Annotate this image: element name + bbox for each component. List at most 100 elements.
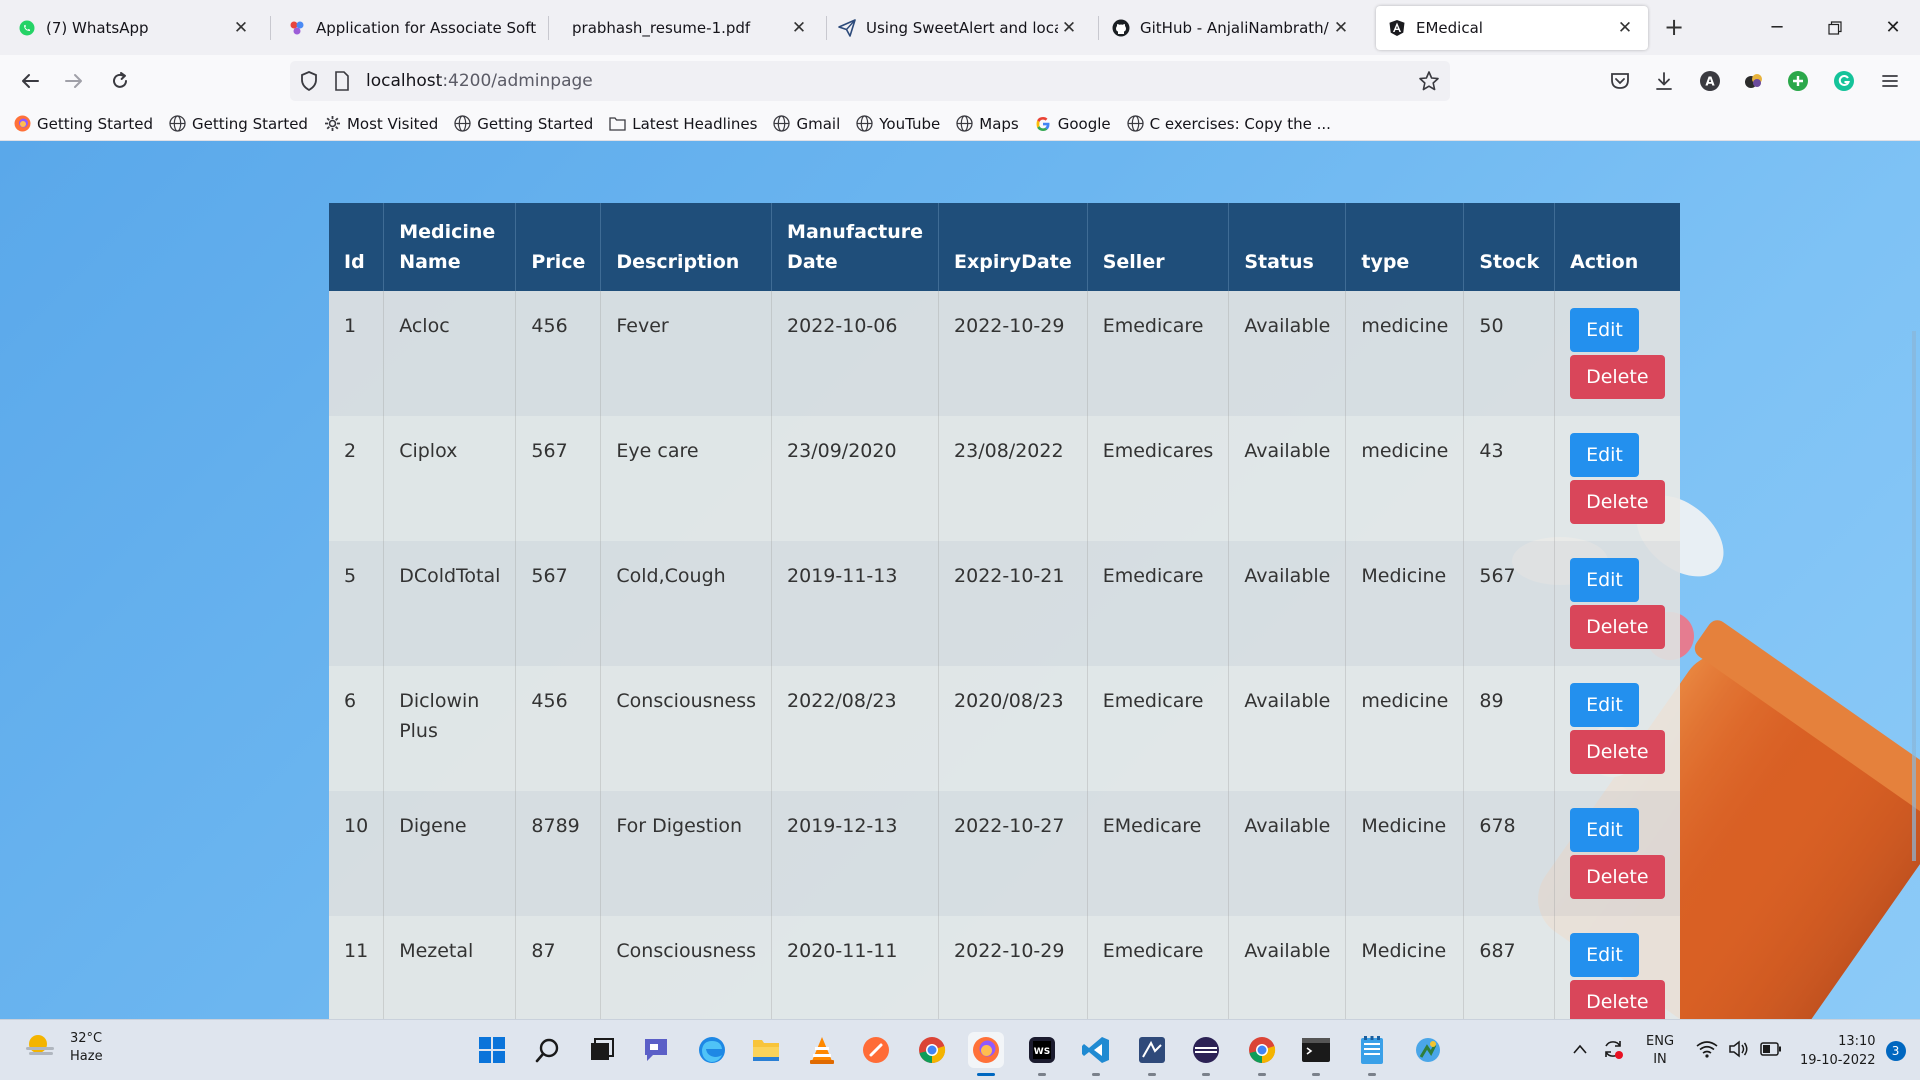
firefox-icon[interactable] xyxy=(968,1032,1004,1076)
delete-button[interactable]: Delete xyxy=(1570,980,1665,1019)
running-indicator xyxy=(1368,1073,1376,1076)
bookmark-google[interactable]: Google xyxy=(1035,115,1111,133)
search-icon[interactable] xyxy=(530,1032,566,1068)
cell-description: Fever xyxy=(600,291,773,416)
settings-icon[interactable] xyxy=(1410,1032,1446,1068)
close-icon[interactable]: ✕ xyxy=(1330,17,1352,39)
bookmark-latest-headlines[interactable]: Latest Headlines xyxy=(609,115,757,133)
eclipse-icon[interactable] xyxy=(1134,1032,1170,1076)
bookmark-maps[interactable]: Maps xyxy=(956,115,1019,133)
column-header-status: Status xyxy=(1228,203,1347,291)
delete-button[interactable]: Delete xyxy=(1570,355,1665,399)
cell-action: Edit Delete xyxy=(1554,291,1680,416)
cell-seller: Emedicare xyxy=(1087,916,1230,1019)
shield-icon[interactable] xyxy=(298,70,320,96)
vscode-icon[interactable] xyxy=(1078,1032,1114,1076)
edge-icon[interactable] xyxy=(694,1032,730,1068)
cell-stock: 50 xyxy=(1463,291,1556,416)
battery-icon[interactable] xyxy=(1760,1041,1782,1060)
file-explorer-icon[interactable] xyxy=(748,1032,784,1068)
grammarly-button[interactable] xyxy=(1828,65,1860,97)
extension-button[interactable] xyxy=(1738,65,1770,97)
wifi-icon[interactable] xyxy=(1696,1040,1718,1062)
forward-button[interactable] xyxy=(58,65,90,97)
cell-manufacture-date: 2022-10-06 xyxy=(771,291,940,416)
cell-seller: Emedicares xyxy=(1087,416,1230,541)
close-window-button[interactable]: ✕ xyxy=(1870,0,1916,55)
menu-button[interactable] xyxy=(1874,65,1906,97)
vlc-icon[interactable] xyxy=(804,1032,840,1068)
tab-resume-pdf[interactable]: prabhash_resume-1.pdf ✕ xyxy=(550,6,822,50)
webstorm-icon[interactable]: WS xyxy=(1024,1032,1060,1076)
edit-button[interactable]: Edit xyxy=(1570,808,1639,852)
notification-badge[interactable]: 3 xyxy=(1885,1040,1906,1061)
star-icon[interactable] xyxy=(1418,70,1440,96)
bookmark-most-visited[interactable]: Most Visited xyxy=(324,115,438,133)
chevron-up-icon[interactable] xyxy=(1572,1043,1588,1059)
edit-button[interactable]: Edit xyxy=(1570,933,1639,977)
chat-icon[interactable] xyxy=(638,1032,674,1068)
close-icon[interactable]: ✕ xyxy=(1614,17,1636,39)
cell-seller: Emedicare xyxy=(1087,666,1230,791)
bookmark-youtube[interactable]: YouTube xyxy=(856,115,940,133)
delete-button[interactable]: Delete xyxy=(1570,480,1665,524)
globe-icon xyxy=(773,115,791,132)
tab-application[interactable]: Application for Associate Softw xyxy=(276,6,548,50)
restore-button[interactable] xyxy=(1812,0,1858,55)
tab-sweetalert[interactable]: Using SweetAlert and location. ✕ xyxy=(826,6,1092,50)
sync-icon[interactable] xyxy=(1602,1038,1624,1064)
edit-button[interactable]: Edit xyxy=(1570,433,1639,477)
tab-emedical[interactable]: EMedical ✕ xyxy=(1376,6,1648,50)
delete-button[interactable]: Delete xyxy=(1570,605,1665,649)
task-view-icon[interactable] xyxy=(584,1032,620,1068)
bookmark-c-exercises[interactable]: C exercises: Copy the ... xyxy=(1126,115,1331,133)
add-extension-button[interactable] xyxy=(1782,65,1814,97)
minimize-button[interactable]: ─ xyxy=(1754,0,1800,55)
language-indicator[interactable]: ENG IN xyxy=(1646,1033,1674,1069)
cell-medicine-name: Diclowin Plus xyxy=(383,666,517,791)
downloads-button[interactable] xyxy=(1648,65,1680,97)
url-text[interactable]: localhost:4200/adminpage xyxy=(366,71,593,91)
close-icon[interactable]: ✕ xyxy=(1058,17,1080,39)
delete-button[interactable]: Delete xyxy=(1570,855,1665,899)
notepad-icon[interactable] xyxy=(1354,1032,1390,1076)
restore-icon xyxy=(1828,20,1842,35)
clock[interactable]: 13:10 19-10-2022 xyxy=(1800,1032,1876,1070)
chrome-icon[interactable] xyxy=(1244,1032,1280,1076)
chrome-icon[interactable] xyxy=(914,1032,950,1068)
column-header-stock: Stock xyxy=(1463,203,1556,291)
edit-button[interactable]: Edit xyxy=(1570,683,1639,727)
new-tab-button[interactable]: + xyxy=(1660,14,1688,42)
volume-icon[interactable] xyxy=(1728,1039,1750,1062)
postman-icon[interactable] xyxy=(858,1032,894,1068)
close-icon[interactable]: ✕ xyxy=(230,17,252,39)
reload-button[interactable] xyxy=(104,65,136,97)
cell-type: Medicine xyxy=(1345,541,1465,666)
edit-button[interactable]: Edit xyxy=(1570,558,1639,602)
tab-github[interactable]: GitHub - AnjaliNambrath/E-Me ✕ xyxy=(1100,6,1364,50)
edit-button[interactable]: Edit xyxy=(1570,308,1639,352)
weather-widget[interactable]: 32°C Haze xyxy=(24,1030,103,1066)
bookmark-getting-started[interactable]: Getting Started xyxy=(14,115,153,133)
bookmark-getting-started[interactable]: Getting Started xyxy=(454,115,593,133)
bookmark-getting-started[interactable]: Getting Started xyxy=(169,115,308,133)
delete-button[interactable]: Delete xyxy=(1570,730,1665,774)
cell-medicine-name: Acloc xyxy=(383,291,517,416)
cell-type: Medicine xyxy=(1345,916,1465,1019)
back-button[interactable] xyxy=(14,65,46,97)
url-bar[interactable]: localhost:4200/adminpage xyxy=(290,61,1450,101)
pocket-button[interactable] xyxy=(1604,65,1636,97)
column-header-seller: Seller xyxy=(1087,203,1230,291)
terminal-icon[interactable] xyxy=(1298,1032,1334,1076)
tab-whatsapp[interactable]: (7) WhatsApp ✕ xyxy=(6,6,264,50)
page-icon[interactable] xyxy=(334,71,350,95)
column-header-type: type xyxy=(1345,203,1465,291)
bookmark-label: YouTube xyxy=(879,114,941,133)
eclipse-ide-icon[interactable] xyxy=(1188,1032,1224,1076)
account-button[interactable]: A xyxy=(1694,65,1726,97)
close-icon[interactable]: ✕ xyxy=(788,17,810,39)
bookmark-gmail[interactable]: Gmail xyxy=(773,115,840,133)
windows-start-icon[interactable] xyxy=(474,1032,510,1068)
cell-type: medicine xyxy=(1345,291,1465,416)
cell-expiry-date: 2022-10-29 xyxy=(938,916,1088,1019)
